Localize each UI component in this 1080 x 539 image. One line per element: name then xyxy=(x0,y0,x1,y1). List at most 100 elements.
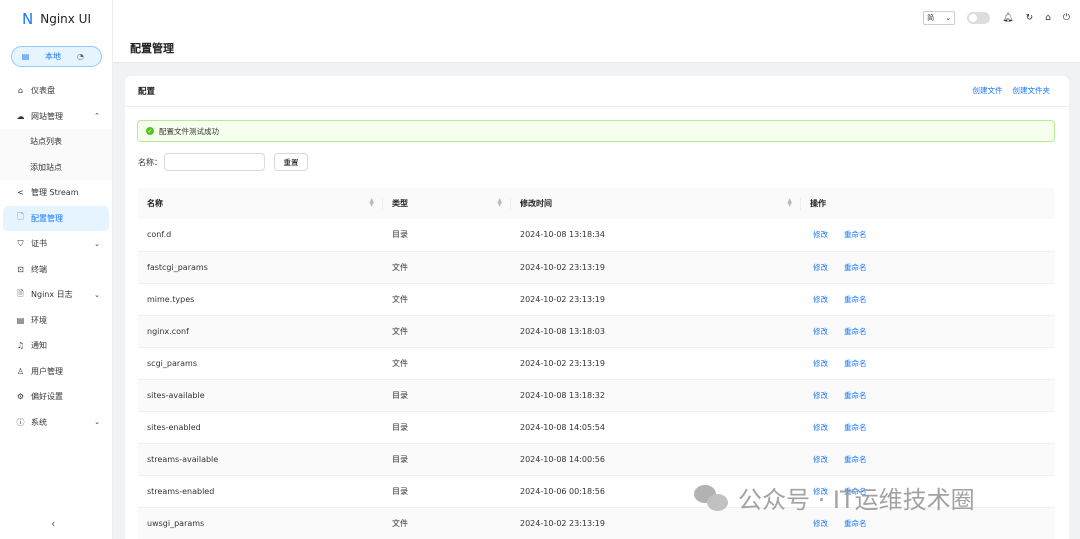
sidebar-item[interactable]: 🗋︎ 配置管理 xyxy=(3,205,109,231)
bell-icon: ♫ xyxy=(16,341,25,351)
edit-link[interactable]: 修改 xyxy=(813,327,828,336)
sidebar-item[interactable]: ♙ 用户管理 xyxy=(0,359,112,385)
language-select[interactable]: 简 ⌄ xyxy=(923,11,956,25)
table-row: mime.types 文件 2024-10-02 23:13:19 修改 重命名 xyxy=(138,283,1055,316)
cell-actions: 修改 重命名 xyxy=(801,443,1055,476)
page-title: 配置管理 xyxy=(130,42,174,55)
cell-name: conf.d xyxy=(138,219,383,252)
sidebar-item[interactable]: ⛉ 证书 ⌄ xyxy=(0,231,112,257)
sidebar-item[interactable]: ⌂ 仪表盘 xyxy=(0,78,112,104)
column-header-type[interactable]: 类型 ▲ ▼ xyxy=(383,188,511,219)
cell-time: 2024-10-08 13:18:34 xyxy=(511,219,801,252)
table-row: fastcgi_params 文件 2024-10-02 23:13:19 修改 重命名 xyxy=(138,251,1055,284)
table-row: scgi_params 文件 2024-10-02 23:13:19 修改 重命名 xyxy=(138,347,1055,380)
rename-link[interactable]: 重命名 xyxy=(844,230,867,239)
sidebar-item[interactable]: 站点列表 xyxy=(0,129,112,155)
cell-type: 文件 xyxy=(383,507,511,539)
edit-link[interactable]: 修改 xyxy=(813,423,828,432)
create-file-button[interactable]: 创建文件 xyxy=(973,85,1003,96)
config-card: 配置 创建文件 创建文件夹 ✓ 配置文件测试成功 名称： 重置 名称 ▲ ▼ 类型 ▲… xyxy=(125,76,1069,539)
reset-button[interactable]: 重置 xyxy=(274,153,308,171)
edit-link[interactable]: 修改 xyxy=(813,230,828,239)
settings-icon: ⚙ xyxy=(16,392,25,402)
cell-actions: 修改 重命名 xyxy=(801,251,1055,284)
cell-name: mime.types xyxy=(138,283,383,316)
cell-actions: 修改 重命名 xyxy=(801,411,1055,444)
sort-icon[interactable]: ▲ ▼ xyxy=(369,198,374,208)
cell-type: 目录 xyxy=(383,443,511,476)
check-circle-icon: ✓ xyxy=(146,127,154,135)
wechat-logo-icon xyxy=(694,483,730,513)
sidebar-item[interactable]: ☁ 网站管理 ⌃ xyxy=(0,104,112,130)
environment-selector[interactable]: ▤ 本地 ◔ xyxy=(11,46,102,67)
bell-icon[interactable]: 🔔︎ xyxy=(1002,13,1013,23)
sidebar-item-label: 站点列表 xyxy=(30,137,62,147)
edit-link[interactable]: 修改 xyxy=(813,455,828,464)
theme-toggle[interactable] xyxy=(967,12,991,24)
table-row: conf.d 目录 2024-10-08 13:18:34 修改 重命名 xyxy=(138,219,1055,252)
cell-type: 目录 xyxy=(383,411,511,444)
info-icon: ⓘ xyxy=(16,417,25,427)
cell-time: 2024-10-08 13:18:32 xyxy=(511,379,801,412)
table-row: nginx.conf 文件 2024-10-08 13:18:03 修改 重命名 xyxy=(138,315,1055,348)
chevron-down-icon: ⌄ xyxy=(945,14,952,22)
cell-name: nginx.conf xyxy=(138,315,383,348)
cell-time: 2024-10-02 23:13:19 xyxy=(511,251,801,284)
edit-link[interactable]: 修改 xyxy=(813,359,828,368)
reload-icon[interactable]: ↻ xyxy=(1026,13,1034,23)
column-header-time[interactable]: 修改时间 ▲ ▼ xyxy=(511,188,801,219)
sidebar-item[interactable]: ▤ 环境 xyxy=(0,308,112,334)
cell-actions: 修改 重命名 xyxy=(801,283,1055,316)
rename-link[interactable]: 重命名 xyxy=(844,519,867,528)
sort-icon[interactable]: ▲ ▼ xyxy=(787,198,792,208)
table-row: sites-available 目录 2024-10-08 13:18:32 修改 重命… xyxy=(138,379,1055,412)
cell-type: 文件 xyxy=(383,315,511,348)
cell-type: 目录 xyxy=(383,219,511,252)
sidebar-item-label: 系统 xyxy=(31,417,47,427)
edit-link[interactable]: 修改 xyxy=(813,263,828,272)
rename-link[interactable]: 重命名 xyxy=(844,455,867,464)
chevron-down-icon: ⌄ xyxy=(94,290,100,299)
search-form: 名称： 重置 xyxy=(138,153,308,171)
cell-time: 2024-10-02 23:13:19 xyxy=(511,283,801,316)
rename-link[interactable]: 重命名 xyxy=(844,263,867,272)
sort-icon[interactable]: ▲ ▼ xyxy=(497,198,502,208)
server-icon: ▤ xyxy=(21,52,30,61)
sidebar-item-label: 终端 xyxy=(31,264,47,274)
edit-link[interactable]: 修改 xyxy=(813,391,828,400)
cell-name: sites-available xyxy=(138,379,383,412)
home-icon[interactable]: ⌂ xyxy=(1045,13,1051,23)
rename-link[interactable]: 重命名 xyxy=(844,391,867,400)
card-title: 配置 xyxy=(138,87,156,97)
top-bar: 简 ⌄ 🔔︎ ↻ ⌂ ⏻ xyxy=(113,0,1080,37)
sidebar-item[interactable]: ⚙ 偏好设置 xyxy=(0,384,112,410)
collapse-sidebar-icon[interactable]: ‹ xyxy=(51,517,55,530)
sidebar-item[interactable]: 添加站点 xyxy=(0,155,112,181)
edit-link[interactable]: 修改 xyxy=(813,295,828,304)
name-search-input[interactable] xyxy=(164,153,265,171)
sidebar-item[interactable]: 🗎︎ Nginx 日志 ⌄ xyxy=(0,282,112,308)
sidebar-item[interactable]: ⓘ 系统 ⌄ xyxy=(0,410,112,436)
rename-link[interactable]: 重命名 xyxy=(844,423,867,432)
column-header-name[interactable]: 名称 ▲ ▼ xyxy=(138,188,383,219)
database-icon: ▤ xyxy=(16,315,25,325)
sidebar-item-label: 用户管理 xyxy=(31,366,63,376)
user-icon: ♙ xyxy=(16,366,25,376)
file-icon: 🗋︎ xyxy=(17,212,24,222)
cell-actions: 修改 重命名 xyxy=(801,219,1055,252)
create-folder-button[interactable]: 创建文件夹 xyxy=(1013,85,1051,96)
cloud-icon: ☁ xyxy=(16,111,25,121)
cell-time: 2024-10-08 13:18:03 xyxy=(511,315,801,348)
edit-link[interactable]: 修改 xyxy=(813,519,828,528)
rename-link[interactable]: 重命名 xyxy=(844,327,867,336)
sidebar-item[interactable]: ♫ 通知 xyxy=(0,333,112,359)
sidebar-item-label: 配置管理 xyxy=(31,213,63,223)
logout-icon[interactable]: ⏻ xyxy=(1063,13,1070,23)
app-logo[interactable]: N Nginx UI xyxy=(22,10,91,28)
sidebar-item[interactable]: ⊡ 终端 xyxy=(0,257,112,283)
rename-link[interactable]: 重命名 xyxy=(844,295,867,304)
chevron-up-icon: ⌃ xyxy=(94,112,100,121)
submenu: 站点列表添加站点 xyxy=(0,129,112,180)
sidebar-item[interactable]: < 管理 Stream xyxy=(0,180,112,206)
rename-link[interactable]: 重命名 xyxy=(844,359,867,368)
